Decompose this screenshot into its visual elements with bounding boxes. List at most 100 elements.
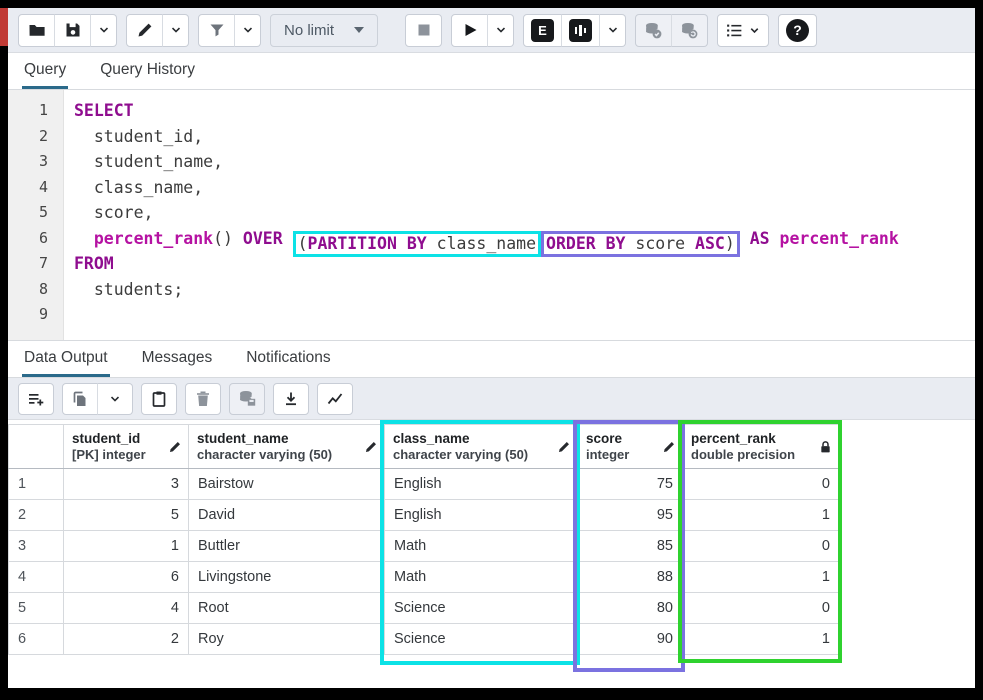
edit-options-button[interactable] (162, 14, 189, 47)
column-header-student-id[interactable]: student_id [PK] integer (64, 425, 189, 469)
pencil-icon (662, 440, 676, 454)
download-button[interactable] (273, 383, 309, 415)
column-header-score[interactable]: score integer (578, 425, 683, 469)
stop-icon (415, 21, 433, 39)
window-accent-strip (0, 8, 8, 46)
sql-identifier: score, (74, 203, 153, 222)
cell-score[interactable]: 80 (578, 593, 683, 624)
edit-button[interactable] (126, 14, 163, 47)
cell-percent_rank[interactable]: 1 (683, 500, 840, 531)
editor-gutter: 123456789 (8, 90, 64, 340)
cell-student_name[interactable]: Buttler (189, 531, 385, 562)
column-header-student-name[interactable]: student_name character varying (50) (189, 425, 385, 469)
cell-class_name[interactable]: Science (385, 624, 578, 655)
copy-options-button[interactable] (97, 383, 133, 415)
graph-visualiser-button[interactable] (317, 383, 353, 415)
cell-percent_rank[interactable]: 0 (683, 593, 840, 624)
open-file-button[interactable] (18, 14, 55, 47)
open-file-icon (28, 21, 46, 39)
cell-class_name[interactable]: English (385, 469, 578, 500)
cell-student_id[interactable]: 6 (64, 562, 189, 593)
cell-student_name[interactable]: Root (189, 593, 385, 624)
tab-messages[interactable]: Messages (140, 341, 215, 377)
cell-student_name[interactable]: Roy (189, 624, 385, 655)
explain-button[interactable]: E (523, 14, 562, 47)
cell-student_id[interactable]: 2 (64, 624, 189, 655)
sql-keyword: FROM (74, 254, 114, 273)
cell-student_name[interactable]: Livingstone (189, 562, 385, 593)
column-type: character varying (50) (393, 447, 551, 462)
delete-row-button[interactable] (185, 383, 221, 415)
cell-student_id[interactable]: 5 (64, 500, 189, 531)
tab-query[interactable]: Query (22, 53, 68, 89)
paste-button[interactable] (141, 383, 177, 415)
tab-notifications[interactable]: Notifications (244, 341, 332, 377)
copy-button[interactable] (62, 383, 98, 415)
column-header-class-name[interactable]: class_name character varying (50) (385, 425, 578, 469)
pencil-icon (557, 440, 571, 454)
rollback-icon (680, 21, 699, 40)
cell-class_name[interactable]: Math (385, 531, 578, 562)
save-data-changes-button[interactable] (229, 383, 265, 415)
rollback-button[interactable] (671, 14, 708, 47)
help-button[interactable]: ? (778, 14, 817, 47)
row-limit-select[interactable]: No limit (270, 14, 378, 47)
tab-messages-label: Messages (142, 349, 213, 367)
save-button[interactable] (54, 14, 91, 47)
stop-button[interactable] (405, 14, 442, 47)
pencil-icon (364, 440, 378, 454)
cell-class_name[interactable]: Science (385, 593, 578, 624)
code-line (74, 302, 975, 328)
cell-score[interactable]: 88 (578, 562, 683, 593)
line-number: 1 (8, 98, 63, 124)
cell-student_id[interactable]: 1 (64, 531, 189, 562)
cell-score[interactable]: 85 (578, 531, 683, 562)
filter-button[interactable] (198, 14, 235, 47)
sql-editor[interactable]: 123456789 SELECT student_id, student_nam… (8, 90, 975, 341)
cell-class_name[interactable]: Math (385, 562, 578, 593)
cell-n[interactable]: 6 (9, 624, 64, 655)
sql-function: percent_rank (780, 229, 899, 248)
line-number: 5 (8, 200, 63, 226)
table-row: 31ButtlerMath850 (9, 531, 840, 562)
cell-n[interactable]: 3 (9, 531, 64, 562)
cell-percent_rank[interactable]: 0 (683, 469, 840, 500)
commit-button[interactable] (635, 14, 672, 47)
explain-options-button[interactable] (599, 14, 626, 47)
data-output-panel: student_id [PK] integer student_name cha… (8, 420, 975, 688)
column-header-percent-rank[interactable]: percent_rank double precision (683, 425, 840, 469)
cell-percent_rank[interactable]: 0 (683, 531, 840, 562)
file-button-group (18, 14, 117, 47)
tab-data-output[interactable]: Data Output (22, 341, 110, 377)
filter-options-button[interactable] (234, 14, 261, 47)
explain-analyze-button[interactable] (561, 14, 600, 47)
execute-button[interactable] (451, 14, 488, 47)
cell-student_name[interactable]: David (189, 500, 385, 531)
cell-n[interactable]: 1 (9, 469, 64, 500)
cell-percent_rank[interactable]: 1 (683, 624, 840, 655)
column-name: student_name (197, 431, 358, 446)
partition-by-highlight-box: (PARTITION BY class_name (293, 231, 541, 257)
add-row-button[interactable] (18, 383, 54, 415)
row-number-header[interactable] (9, 425, 64, 469)
cell-score[interactable]: 75 (578, 469, 683, 500)
cell-n[interactable]: 5 (9, 593, 64, 624)
cell-student_id[interactable]: 4 (64, 593, 189, 624)
macros-button[interactable] (717, 14, 769, 47)
tab-query-history[interactable]: Query History (98, 53, 197, 89)
execute-options-button[interactable] (487, 14, 514, 47)
edit-icon (136, 21, 154, 39)
editor-code-area[interactable]: SELECT student_id, student_name, class_n… (64, 90, 975, 340)
cell-student_name[interactable]: Bairstow (189, 469, 385, 500)
cell-n[interactable]: 4 (9, 562, 64, 593)
cell-score[interactable]: 90 (578, 624, 683, 655)
cell-student_id[interactable]: 3 (64, 469, 189, 500)
code-line: student_id, (74, 124, 975, 150)
cell-percent_rank[interactable]: 1 (683, 562, 840, 593)
cell-score[interactable]: 95 (578, 500, 683, 531)
save-options-button[interactable] (90, 14, 117, 47)
code-line: class_name, (74, 175, 975, 201)
cell-n[interactable]: 2 (9, 500, 64, 531)
cell-class_name[interactable]: English (385, 500, 578, 531)
commit-icon (644, 21, 663, 40)
